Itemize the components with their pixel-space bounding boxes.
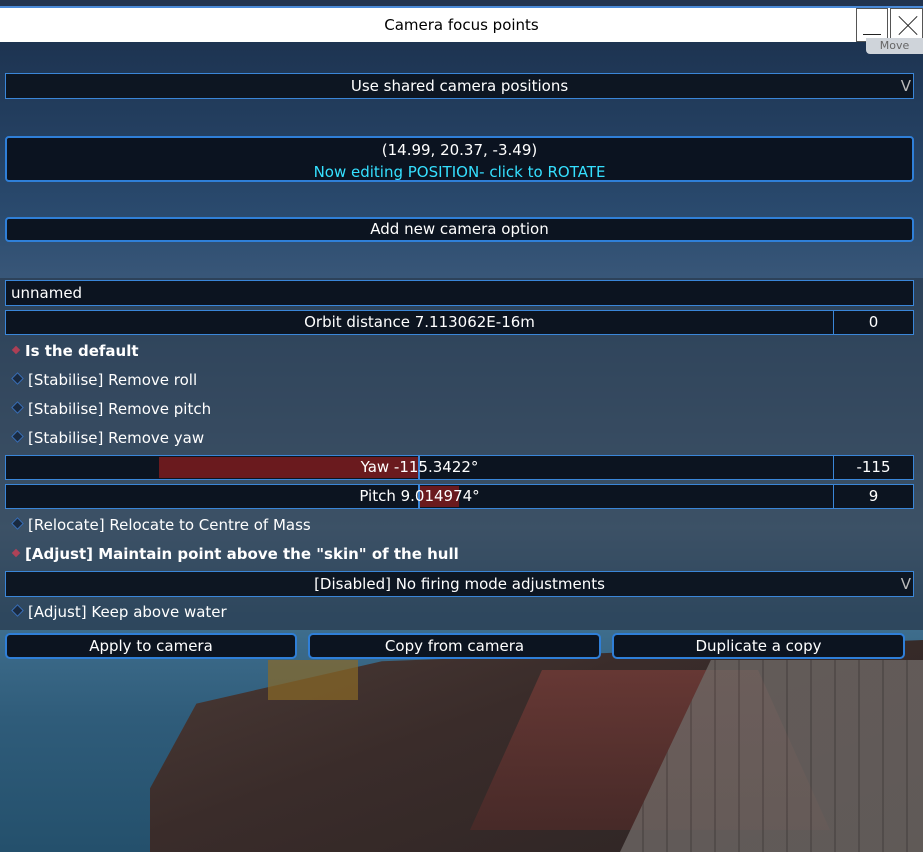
shared-camera-dropdown-value: Use shared camera positions — [350, 77, 569, 95]
option-keep-above-water[interactable]: [Adjust] Keep above water — [10, 602, 227, 622]
checked-diamond-icon — [11, 548, 21, 557]
position-coordinates: (14.99, 20.37, -3.49) — [381, 141, 538, 159]
minimize-button[interactable] — [856, 8, 888, 42]
option-relocate-centre-of-mass[interactable]: [Relocate] Relocate to Centre of Mass — [10, 515, 311, 535]
orbit-distance-label: Orbit distance 7.113062E-16m — [304, 313, 535, 331]
game-scene-background — [0, 630, 923, 852]
position-mode-text: Now editing POSITION- click to ROTATE — [313, 163, 606, 181]
option-label: Is the default — [25, 342, 139, 360]
pitch-label: Pitch 9.014974° — [359, 487, 480, 505]
yaw-input[interactable]: -115 — [833, 455, 914, 480]
unchecked-diamond-icon — [11, 604, 24, 617]
unchecked-diamond-icon — [11, 430, 24, 443]
option-label: [Adjust] Keep above water — [28, 603, 227, 621]
orbit-distance-input[interactable]: 0 — [833, 310, 914, 335]
top-strip — [0, 0, 923, 8]
option-maintain-above-hull[interactable]: [Adjust] Maintain point above the "skin"… — [10, 544, 459, 564]
unchecked-diamond-icon — [11, 401, 24, 414]
option-label: [Stabilise] Remove pitch — [28, 400, 212, 418]
option-remove-roll[interactable]: [Stabilise] Remove roll — [10, 370, 197, 390]
option-label: [Relocate] Relocate to Centre of Mass — [28, 516, 311, 534]
yaw-label: Yaw -115.3422° — [360, 458, 479, 476]
firing-mode-dropdown[interactable]: [Disabled] No firing mode adjustments V — [5, 571, 914, 597]
pitch-slider[interactable]: Pitch 9.014974° — [5, 484, 834, 509]
yaw-slider[interactable]: Yaw -115.3422° — [5, 455, 834, 480]
firing-mode-dropdown-value: [Disabled] No firing mode adjustments — [314, 575, 605, 593]
option-label: [Stabilise] Remove roll — [28, 371, 198, 389]
unchecked-diamond-icon — [11, 517, 24, 530]
window-titlebar[interactable]: Camera focus points — [0, 8, 923, 42]
ship-light — [268, 660, 358, 700]
option-remove-pitch[interactable]: [Stabilise] Remove pitch — [10, 399, 211, 419]
unchecked-diamond-icon — [11, 372, 24, 385]
option-label: [Stabilise] Remove yaw — [28, 429, 205, 447]
dropdown-arrow-icon: V — [900, 575, 911, 593]
move-handle[interactable]: Move — [866, 38, 923, 54]
pitch-input[interactable]: 9 — [833, 484, 914, 509]
checked-diamond-icon — [11, 345, 21, 354]
add-camera-option-button[interactable]: Add new camera option — [5, 217, 914, 242]
shared-camera-dropdown[interactable]: Use shared camera positions V — [5, 73, 914, 99]
option-label: [Adjust] Maintain point above the "skin"… — [25, 545, 459, 563]
apply-to-camera-button[interactable]: Apply to camera — [5, 633, 297, 659]
camera-name-input[interactable]: unnamed — [5, 280, 914, 306]
window-title: Camera focus points — [384, 16, 539, 34]
copy-from-camera-button[interactable]: Copy from camera — [308, 633, 601, 659]
option-is-default[interactable]: Is the default — [10, 341, 139, 361]
position-edit-button[interactable]: (14.99, 20.37, -3.49) Now editing POSITI… — [5, 136, 914, 182]
option-remove-yaw[interactable]: [Stabilise] Remove yaw — [10, 428, 204, 448]
dropdown-arrow-icon: V — [900, 77, 911, 95]
orbit-distance-slider[interactable]: Orbit distance 7.113062E-16m — [5, 310, 834, 335]
close-button[interactable] — [890, 8, 923, 42]
duplicate-copy-button[interactable]: Duplicate a copy — [612, 633, 905, 659]
